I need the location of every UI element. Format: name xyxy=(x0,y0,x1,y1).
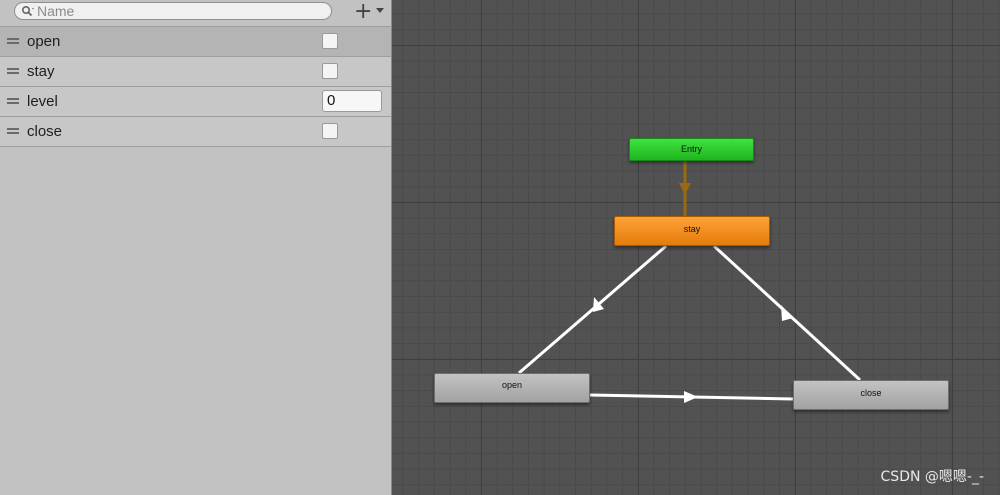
search-icon xyxy=(21,5,34,17)
state-stay[interactable]: stay xyxy=(614,216,770,246)
search-bar[interactable] xyxy=(14,2,332,20)
transition-arrow-icon xyxy=(684,391,698,403)
transition-lines xyxy=(518,161,862,403)
state-close[interactable]: close xyxy=(793,380,949,410)
parameter-label[interactable]: close xyxy=(27,123,62,140)
drag-handle-icon[interactable] xyxy=(7,38,19,44)
drag-handle-icon[interactable] xyxy=(7,68,19,74)
search-input[interactable] xyxy=(37,3,317,19)
parameter-row-stay[interactable]: stay xyxy=(0,57,391,87)
transition-stay-to-open[interactable] xyxy=(518,244,667,375)
parameter-label[interactable]: stay xyxy=(27,63,55,80)
add-parameter-button[interactable]: + xyxy=(352,1,388,23)
parameter-checkbox[interactable] xyxy=(322,63,338,79)
animator-graph-canvas[interactable]: Entry stay open close xyxy=(392,0,1000,495)
parameter-label[interactable]: open xyxy=(27,33,60,50)
plus-icon: + xyxy=(354,0,373,24)
watermark: CSDN @嗯嗯-_- xyxy=(880,469,984,485)
transition-arrow-icon xyxy=(679,183,691,195)
parameter-list: open stay level 0 close xyxy=(0,26,391,147)
parameter-row-close[interactable]: close xyxy=(0,117,391,147)
parameters-panel: + open stay level 0 close xyxy=(0,0,392,495)
state-open[interactable]: open xyxy=(434,373,590,403)
drag-handle-icon[interactable] xyxy=(7,98,19,104)
parameter-row-open[interactable]: open xyxy=(0,26,391,57)
parameter-row-level[interactable]: level 0 xyxy=(0,87,391,117)
parameter-label[interactable]: level xyxy=(27,93,58,110)
parameter-int-field[interactable]: 0 xyxy=(322,90,382,112)
parameter-checkbox[interactable] xyxy=(322,33,338,49)
parameter-checkbox[interactable] xyxy=(322,123,338,139)
chevron-down-icon xyxy=(376,7,385,13)
state-entry[interactable]: Entry xyxy=(629,138,754,161)
drag-handle-icon[interactable] xyxy=(7,128,19,134)
